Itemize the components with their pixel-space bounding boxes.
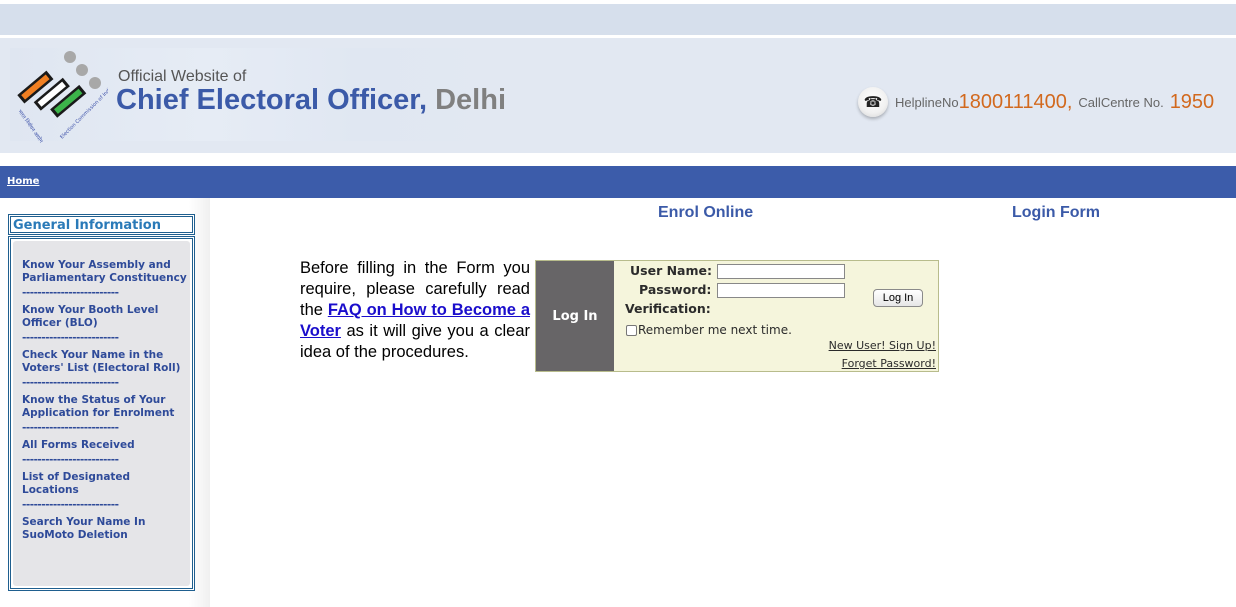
site-title-main: Chief Electoral Officer, xyxy=(116,84,428,116)
helpline-info: ☎ HelplineNo 1800111400, CallCentre No. … xyxy=(858,85,1214,119)
username-label: User Name: xyxy=(630,263,712,278)
sidebar-separator: ------------------------- xyxy=(22,499,119,511)
password-input[interactable] xyxy=(717,283,845,298)
sidebar-separator: ------------------------- xyxy=(22,422,119,434)
sidebar-separator: ------------------------- xyxy=(22,454,119,466)
site-header: भारत निर्वाचन आयोग Election Commission o… xyxy=(0,38,1236,153)
login-side-panel: Log In xyxy=(536,261,614,371)
top-strip xyxy=(0,4,1236,35)
callcentre-number: 1950 xyxy=(1169,90,1215,113)
enrol-online-heading: Enrol Online xyxy=(658,204,754,221)
sidebar-item-application-status[interactable]: Know the Status of Your Application for … xyxy=(22,394,187,420)
callcentre-label: CallCentre No. xyxy=(1078,94,1164,110)
login-submit-button[interactable]: Log In xyxy=(873,289,923,307)
forgot-password-link[interactable]: Forget Password! xyxy=(842,357,936,370)
remember-me-checkbox[interactable] xyxy=(626,324,637,336)
sidebar-separator: ------------------------- xyxy=(22,332,119,344)
sidebar-item-know-blo[interactable]: Know Your Booth Level Officer (BLO) xyxy=(22,304,187,330)
telephone-icon: ☎ xyxy=(858,87,888,117)
general-information-list: Know Your Assembly and Parliamentary Con… xyxy=(22,259,187,542)
login-form-heading: Login Form xyxy=(1012,204,1100,221)
login-form: Log In User Name: Password: Verification… xyxy=(535,260,939,372)
election-commission-logo-icon: भारत निर्वाचन आयोग Election Commission o… xyxy=(16,51,108,143)
verification-label: Verification: xyxy=(625,301,711,316)
sidebar-item-suomoto-deletion[interactable]: Search Your Name In SuoMoto Deletion xyxy=(22,516,187,542)
nav-bar: Home xyxy=(0,166,1236,198)
sidebar-item-designated-locations[interactable]: List of Designated Locations xyxy=(22,471,187,497)
remember-me-label: Remember me next time. xyxy=(638,323,792,337)
general-information-title: General Information xyxy=(13,218,161,233)
nav-home-link[interactable]: Home xyxy=(7,176,39,187)
sidebar-separator: ------------------------- xyxy=(22,287,119,299)
general-information-header: General Information xyxy=(8,214,195,235)
login-side-label: Log In xyxy=(552,309,598,324)
helpline-number: 1800111400, xyxy=(958,90,1073,113)
intro-text: Before filling in the Form you require, … xyxy=(300,258,530,363)
sidebar-separator: ------------------------- xyxy=(22,377,119,389)
sidebar-item-know-constituency[interactable]: Know Your Assembly and Parliamentary Con… xyxy=(22,259,187,285)
sidebar-item-check-name[interactable]: Check Your Name in the Voters' List (Ele… xyxy=(22,349,187,375)
site-title: Chief Electoral Officer, Delhi xyxy=(116,84,506,117)
remember-me[interactable]: Remember me next time. xyxy=(626,323,792,337)
sidebar-item-all-forms[interactable]: All Forms Received xyxy=(22,439,187,452)
svg-text:भारत निर्वाचन आयोग: भारत निर्वाचन आयोग xyxy=(16,108,44,143)
signup-link[interactable]: New User! Sign Up! xyxy=(829,339,936,352)
password-label: Password: xyxy=(639,282,712,297)
username-input[interactable] xyxy=(717,264,845,279)
helpline-label: HelplineNo xyxy=(895,94,959,110)
site-title-city: Delhi xyxy=(427,84,507,116)
